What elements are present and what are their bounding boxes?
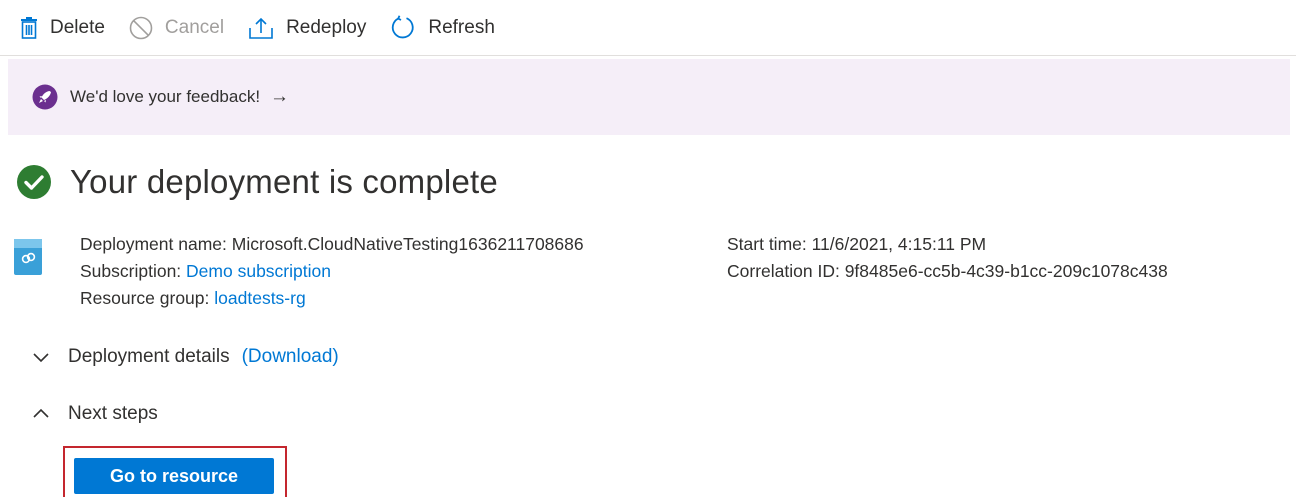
rocket-icon: [32, 84, 58, 110]
redeploy-label: Redeploy: [286, 16, 367, 38]
deployment-details-label[interactable]: Deployment details: [68, 346, 230, 368]
correlation-id-row: Correlation ID: 9f8485e6-cc5b-4c39-b1cc-…: [727, 258, 1168, 285]
cancel-label: Cancel: [164, 16, 225, 38]
deployment-details-section: Deployment details (Download): [32, 346, 339, 368]
page-header: Your deployment is complete: [16, 163, 498, 201]
deployment-name-label: Deployment name:: [80, 234, 227, 254]
cancel-button[interactable]: Cancel: [129, 8, 224, 48]
go-to-resource-button[interactable]: Go to resource: [74, 458, 274, 494]
deployment-info: Deployment name: Microsoft.CloudNativeTe…: [80, 231, 584, 312]
arrow-right-icon[interactable]: →: [270, 86, 289, 108]
start-time-row: Start time: 11/6/2021, 4:15:11 PM: [727, 231, 1168, 258]
upload-icon: [248, 16, 274, 40]
refresh-button[interactable]: Refresh: [390, 8, 495, 48]
correlation-id-label: Correlation ID:: [727, 261, 840, 281]
subscription-link[interactable]: Demo subscription: [186, 261, 331, 281]
deployment-timing-info: Start time: 11/6/2021, 4:15:11 PM Correl…: [727, 231, 1168, 285]
deployment-name-value: Microsoft.CloudNativeTesting163621170868…: [231, 234, 584, 254]
cancel-icon: [129, 16, 153, 40]
command-bar: Delete Cancel Redeploy Refresh: [0, 0, 1296, 56]
deployment-name-row: Deployment name: Microsoft.CloudNativeTe…: [80, 231, 584, 258]
feedback-text[interactable]: We'd love your feedback!: [70, 87, 260, 107]
trash-icon: [20, 16, 38, 39]
download-link[interactable]: (Download): [242, 346, 339, 368]
start-time-label: Start time:: [727, 234, 807, 254]
checkmark-circle-icon: [16, 164, 52, 200]
subscription-row: Subscription: Demo subscription: [80, 258, 584, 285]
resource-group-link[interactable]: loadtests-rg: [214, 288, 305, 308]
refresh-icon: [390, 14, 416, 41]
redeploy-button[interactable]: Redeploy: [248, 8, 366, 48]
next-steps-section: Next steps: [32, 403, 158, 425]
resource-group-row: Resource group: loadtests-rg: [80, 285, 584, 312]
resource-group-label: Resource group:: [80, 288, 210, 308]
refresh-label: Refresh: [428, 16, 495, 38]
delete-button[interactable]: Delete: [20, 8, 105, 48]
delete-label: Delete: [50, 16, 105, 38]
chevron-down-icon[interactable]: [32, 351, 50, 363]
page-title: Your deployment is complete: [70, 163, 498, 200]
feedback-banner[interactable]: We'd love your feedback! →: [8, 59, 1290, 135]
subscription-label: Subscription:: [80, 261, 182, 281]
deployment-icon: [14, 239, 42, 275]
start-time-value: 11/6/2021, 4:15:11 PM: [811, 234, 987, 254]
chevron-up-icon[interactable]: [32, 408, 50, 420]
next-steps-label[interactable]: Next steps: [68, 403, 158, 425]
correlation-id-value: 9f8485e6-cc5b-4c39-b1cc-209c1078c438: [844, 261, 1168, 281]
